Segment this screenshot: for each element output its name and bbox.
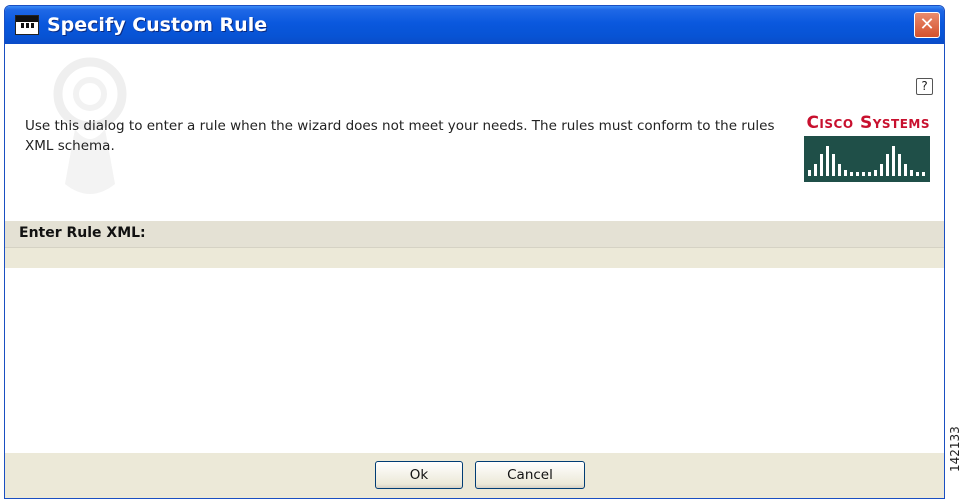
rule-xml-section-header: Enter Rule XML: xyxy=(5,221,944,248)
dialog-header: ? Use this dialog to enter a rule when t… xyxy=(5,44,944,222)
close-button[interactable]: ✕ xyxy=(914,12,940,38)
title-bar[interactable]: Specify Custom Rule ✕ xyxy=(5,6,944,44)
rule-xml-label: Enter Rule XML: xyxy=(19,225,146,241)
specify-custom-rule-dialog: Specify Custom Rule ✕ ? Use this dialog … xyxy=(4,5,945,499)
figure-number: 142133 xyxy=(948,426,962,472)
window-title: Specify Custom Rule xyxy=(47,14,268,36)
dialog-description: Use this dialog to enter a rule when the… xyxy=(25,118,775,154)
help-button[interactable]: ? xyxy=(916,78,933,95)
cisco-bars-logo-icon xyxy=(804,136,930,182)
cancel-button[interactable]: Cancel xyxy=(475,461,585,489)
section-divider xyxy=(5,248,944,268)
ok-button[interactable]: Ok xyxy=(375,461,463,489)
close-icon: ✕ xyxy=(919,14,935,35)
rule-xml-input[interactable] xyxy=(5,268,944,453)
help-icon: ? xyxy=(921,79,928,93)
app-window-icon xyxy=(15,15,39,35)
button-bar: Ok Cancel xyxy=(5,453,944,498)
brand-name: Cisco Systems xyxy=(806,113,930,133)
